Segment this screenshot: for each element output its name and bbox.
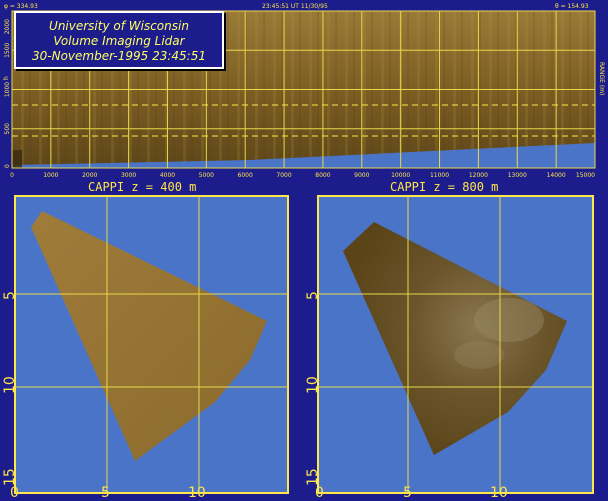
svg-text:5: 5 — [305, 291, 321, 300]
rhi-x-tick-label: 12000 — [469, 172, 488, 179]
rhi-x-tick-label: 9000 — [354, 172, 369, 179]
svg-text:15: 15 — [305, 468, 321, 486]
cappi-right-panel: CAPPI z = 800 m 5 10 15 0 5 10 — [305, 180, 594, 501]
title-line-2: Volume Imaging Lidar — [53, 34, 185, 48]
rhi-x-tick-label: 15000 — [576, 172, 595, 179]
rhi-x-tick-label: 3000 — [121, 172, 136, 179]
rhi-x-tick-label: 2000 — [82, 172, 97, 179]
svg-text:5: 5 — [403, 485, 412, 501]
title-box: University of Wisconsin Volume Imaging L… — [14, 11, 224, 69]
svg-text:10: 10 — [305, 376, 321, 394]
cappi-right-plume — [474, 298, 544, 342]
cappi-left-title: CAPPI z = 400 m — [88, 180, 196, 194]
timestamp-readout: 23:45:51 UT 11/30/95 — [262, 3, 328, 10]
rhi-x-tick-label: 5000 — [199, 172, 214, 179]
elevation-readout: θ = 154.93 — [555, 3, 589, 10]
title-line-1: University of Wisconsin — [49, 19, 189, 33]
rhi-x-tick-label: 0 — [10, 172, 14, 179]
svg-text:10: 10 — [2, 376, 18, 394]
rhi-y-unit: h — [3, 76, 10, 80]
rhi-x-tick-label: 7000 — [276, 172, 291, 179]
azimuth-readout: φ = 334.93 — [4, 3, 38, 10]
svg-text:0: 0 — [315, 485, 324, 501]
rhi-y-tick-label: 2000 — [4, 19, 11, 34]
title-line-3: 30-November-1995 23:45:51 — [32, 49, 206, 63]
cappi-left-panel: CAPPI z = 400 m 5 10 15 0 5 10 — [2, 180, 289, 501]
svg-text:5: 5 — [2, 291, 18, 300]
rhi-right-axis-label: RANGE (m) — [598, 62, 605, 95]
cappi-right-title: CAPPI z = 800 m — [390, 180, 498, 194]
rhi-y-tick-label: 500 — [4, 123, 11, 135]
rhi-x-tick-label: 1000 — [43, 172, 58, 179]
svg-text:10: 10 — [490, 485, 508, 501]
rhi-y-ticks: 0 500 1000 1500 2000 — [4, 19, 11, 168]
rhi-x-tick-label: 11000 — [430, 172, 449, 179]
rhi-y-tick-label: 1000 — [4, 82, 11, 97]
rhi-x-tick-label: 6000 — [238, 172, 253, 179]
rhi-x-tick-label: 4000 — [160, 172, 175, 179]
svg-text:0: 0 — [10, 485, 19, 501]
rhi-x-tick-label: 8000 — [315, 172, 330, 179]
rhi-x-tick-label: 14000 — [547, 172, 566, 179]
svg-text:15: 15 — [2, 468, 18, 486]
rhi-x-tick-label: 10000 — [391, 172, 410, 179]
rhi-y-tick-label: 1500 — [4, 42, 11, 57]
rhi-x-ticks: 0 1000 2000 3000 4000 5000 6000 7000 8000 9000 100… — [10, 172, 595, 179]
svg-text:10: 10 — [188, 485, 206, 501]
rhi-y-tick-label: 0 — [4, 164, 11, 168]
svg-text:5: 5 — [101, 485, 110, 501]
rhi-x-tick-label: 13000 — [508, 172, 527, 179]
